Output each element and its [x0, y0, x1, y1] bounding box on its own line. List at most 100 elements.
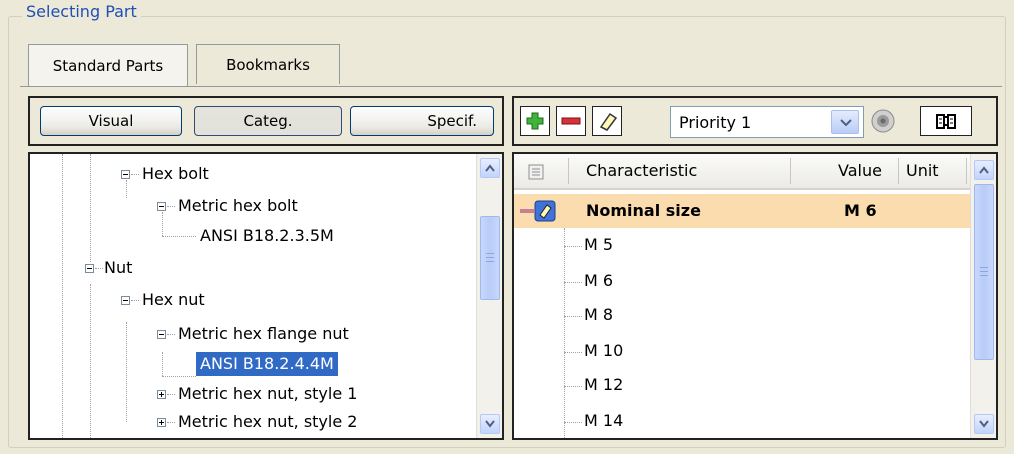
tree-item-ansi-b18-2-4-4m[interactable]: ANSI B18.2.4.4M [196, 352, 338, 376]
group-title: Selecting Part [22, 2, 141, 21]
tab-standard-parts-label: Standard Parts [52, 56, 164, 75]
grid-scrollbar[interactable] [970, 154, 996, 438]
option-m10[interactable]: M 10 [584, 334, 623, 368]
chevron-up-icon [485, 164, 495, 172]
tree-item-ansi-b18-2-3-5m[interactable]: ANSI B18.2.3.5M [200, 224, 334, 248]
tree-connector [167, 422, 175, 423]
row-collapse-icon[interactable] [520, 209, 534, 213]
eraser-button[interactable] [592, 106, 622, 136]
categ-button[interactable]: Categ. [194, 106, 342, 136]
scroll-up-button[interactable] [480, 158, 500, 178]
tree-item-metric-hex-nut-style-1[interactable]: Metric hex nut, style 1 [178, 382, 357, 406]
tree-connector [162, 376, 196, 377]
collapse-icon[interactable] [157, 330, 166, 339]
tree-guide-line [90, 284, 91, 438]
collapse-icon[interactable] [85, 264, 94, 273]
tree-item-metric-hex-flange-nut[interactable]: Metric hex flange nut [178, 322, 349, 346]
nominal-size-label: Nominal size [586, 201, 701, 220]
expand-icon[interactable] [157, 390, 166, 399]
specif-button-label: Specif. [427, 112, 477, 130]
column-characteristic[interactable]: Characteristic [586, 154, 697, 188]
tree-connector [167, 334, 175, 335]
collapse-icon[interactable] [121, 170, 130, 179]
tree-guide-line [564, 228, 565, 438]
option-m6[interactable]: M 6 [584, 264, 613, 298]
grip-line [980, 267, 988, 268]
tree-guide-line [90, 154, 91, 262]
book-button[interactable] [920, 106, 972, 136]
tree-item-hex-nut[interactable]: Hex nut [142, 288, 205, 312]
option-m5[interactable]: M 5 [584, 228, 613, 262]
tab-bookmarks[interactable]: Bookmarks [196, 44, 340, 84]
tree-connector [95, 268, 103, 269]
minus-icon [561, 117, 581, 125]
tree-scrollbar[interactable] [476, 154, 502, 438]
grip-line [486, 261, 494, 262]
remove-button[interactable] [556, 106, 586, 136]
eraser-icon [599, 112, 618, 131]
tree-connector [167, 206, 175, 207]
visual-button[interactable]: Visual [40, 106, 182, 136]
characteristics-grid[interactable]: Characteristic Value Unit Nominal size M… [512, 152, 998, 440]
tree-connector [564, 422, 582, 423]
list-icon [528, 164, 544, 180]
grip-line [980, 275, 988, 276]
column-value[interactable]: Value [838, 154, 882, 188]
sphere-icon [871, 109, 895, 133]
scroll-thumb[interactable] [480, 216, 500, 300]
plus-icon [526, 112, 544, 130]
tree-connector [564, 386, 582, 387]
option-m12[interactable]: M 12 [584, 368, 623, 402]
column-separator [966, 158, 967, 184]
scroll-down-button[interactable] [974, 414, 994, 434]
visual-button-label: Visual [88, 112, 134, 130]
tree-connector [564, 282, 582, 283]
priority-select[interactable]: Priority 1 [670, 106, 864, 138]
specif-button[interactable]: Specif. [350, 106, 494, 136]
nominal-size-value: M 6 [844, 201, 877, 220]
tree-item-metric-hex-bolt[interactable]: Metric hex bolt [178, 194, 298, 218]
tree-connector [162, 236, 196, 237]
grip-line [486, 257, 494, 258]
scroll-thumb[interactable] [974, 184, 994, 360]
tree-guide-line [126, 322, 127, 422]
tree-connector [564, 352, 582, 353]
tree-connector [131, 174, 139, 175]
scroll-up-button[interactable] [974, 160, 994, 180]
chevron-down-icon [979, 420, 989, 428]
tab-bookmarks-label: Bookmarks [226, 55, 310, 74]
column-unit[interactable]: Unit [906, 154, 939, 188]
eraser-icon [534, 200, 556, 222]
column-separator [790, 158, 791, 184]
collapse-icon[interactable] [121, 296, 130, 305]
option-m8[interactable]: M 8 [584, 298, 613, 332]
tree-guide-line [62, 154, 63, 438]
tab-strip-divider [20, 86, 1002, 87]
tree-connector [564, 316, 582, 317]
nominal-size-row[interactable]: Nominal size M 6 [514, 194, 970, 228]
category-tree[interactable]: Hex bolt Metric hex bolt ANSI B18.2.3.5M… [28, 152, 504, 440]
tree-connector [131, 300, 139, 301]
priority-dropdown-button[interactable] [831, 110, 859, 134]
column-separator [568, 158, 569, 184]
priority-value: Priority 1 [679, 113, 752, 132]
chevron-down-icon [485, 420, 495, 428]
column-separator [898, 158, 899, 184]
chevron-up-icon [979, 166, 989, 174]
sphere-button[interactable] [868, 106, 898, 136]
scroll-down-button[interactable] [480, 414, 500, 434]
grip-line [980, 271, 988, 272]
expand-icon[interactable] [157, 418, 166, 427]
tab-standard-parts[interactable]: Standard Parts [28, 44, 188, 86]
categ-button-label: Categ. [243, 112, 293, 130]
add-button[interactable] [520, 106, 550, 136]
tree-guide-line [162, 212, 163, 236]
tree-item-nut[interactable]: Nut [104, 256, 132, 280]
option-m14[interactable]: M 14 [584, 404, 623, 438]
tree-connector [564, 246, 582, 247]
tree-guide-line [126, 180, 127, 198]
collapse-icon[interactable] [157, 202, 166, 211]
tree-item-hex-bolt[interactable]: Hex bolt [142, 162, 209, 186]
chevron-down-icon [840, 119, 852, 127]
tree-item-metric-hex-nut-style-2[interactable]: Metric hex nut, style 2 [178, 410, 357, 434]
